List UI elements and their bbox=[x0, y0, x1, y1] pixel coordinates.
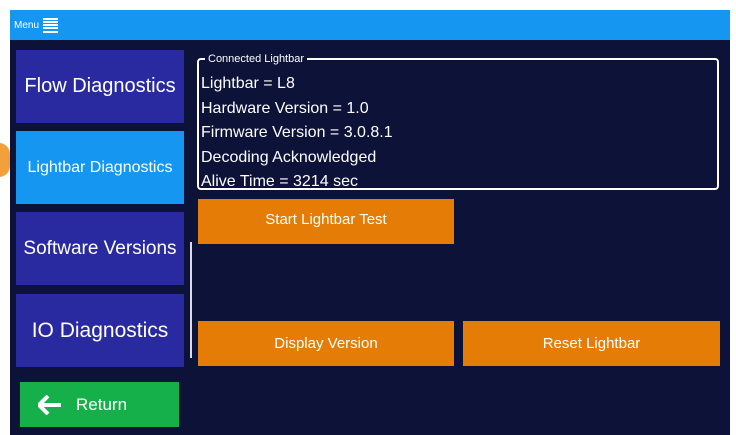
sidebar-item-label: IO Diagnostics bbox=[31, 318, 169, 342]
sidebar-item-label: Flow Diagnostics bbox=[24, 75, 176, 97]
sidebar-item-label: Software Versions bbox=[23, 237, 177, 259]
hardware-version-line: Hardware Version = 1.0 bbox=[201, 99, 369, 117]
connected-lightbar-panel: Connected Lightbar Lightbar = L8 Hardwar… bbox=[197, 52, 719, 190]
side-pull-tab[interactable] bbox=[0, 143, 10, 177]
lightbar-line: Lightbar = L8 bbox=[201, 75, 295, 92]
firmware-version-line: Firmware Version = 3.0.8.1 bbox=[201, 124, 393, 141]
decoding-status-line: Decoding Acknowledged bbox=[201, 148, 377, 166]
alive-time-line: Alive Time = 3214 sec bbox=[201, 173, 358, 190]
sidebar-item-lightbar-diagnostics[interactable]: Lightbar Diagnostics bbox=[16, 131, 184, 204]
start-lightbar-test-button[interactable]: Start Lightbar Test bbox=[198, 199, 454, 244]
arrow-left-icon bbox=[38, 394, 61, 415]
display-version-button[interactable]: Display Version bbox=[198, 321, 454, 366]
sidebar-item-io-diagnostics[interactable]: IO Diagnostics bbox=[16, 294, 184, 367]
sidebar-item-software-versions[interactable]: Software Versions bbox=[16, 212, 184, 285]
return-button[interactable]: Return bbox=[20, 382, 179, 427]
sidebar-item-flow-diagnostics[interactable]: Flow Diagnostics bbox=[16, 50, 184, 123]
hamburger-icon[interactable] bbox=[43, 17, 59, 33]
panel-info-lines: Lightbar = L8 Hardware Version = 1.0 Fir… bbox=[201, 72, 393, 195]
panel-legend: Connected Lightbar bbox=[205, 52, 308, 66]
return-label: Return bbox=[76, 394, 128, 414]
sidebar-scroll-thumb[interactable] bbox=[190, 242, 192, 358]
menu-label[interactable]: Menu bbox=[14, 20, 39, 31]
app-screen: Menu Flow Diagnostics Lightbar Diagnosti… bbox=[10, 10, 730, 435]
top-bar: Menu bbox=[10, 10, 730, 40]
sidebar-item-label: Lightbar Diagnostics bbox=[27, 158, 173, 176]
reset-lightbar-button[interactable]: Reset Lightbar bbox=[463, 321, 720, 366]
